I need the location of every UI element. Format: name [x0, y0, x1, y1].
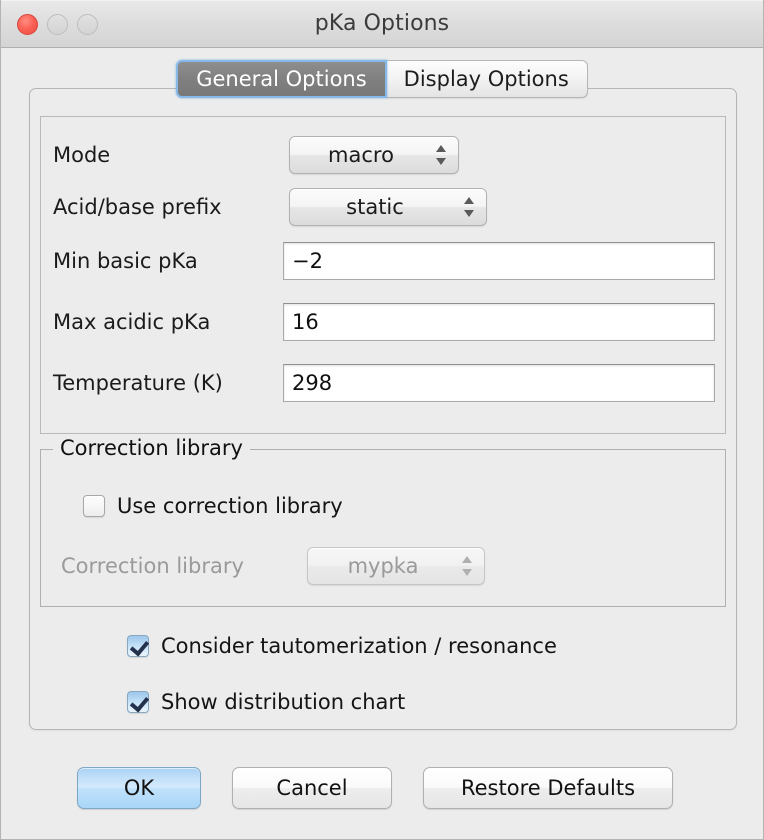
mode-popup-value: macro: [328, 143, 420, 167]
min-basic-pka-input[interactable]: −2: [283, 242, 715, 280]
checkbox-unchecked-icon[interactable]: [83, 495, 105, 517]
checkbox-checked-icon[interactable]: [127, 691, 149, 713]
show-distribution-chart-checkbox-row[interactable]: Show distribution chart: [127, 690, 405, 714]
max-acidic-pka-label: Max acidic pKa: [53, 310, 210, 334]
temperature-input[interactable]: 298: [283, 364, 715, 402]
restore-defaults-button[interactable]: Restore Defaults: [423, 767, 673, 809]
use-correction-library-label: Use correction library: [117, 494, 343, 518]
dialog-button-bar: OK Cancel Restore Defaults: [1, 766, 763, 810]
window-title: pKa Options: [1, 11, 763, 36]
tab-bar: General Options Display Options: [1, 60, 763, 100]
correction-library-popup[interactable]: mypka: [307, 547, 485, 585]
cancel-button[interactable]: Cancel: [232, 767, 392, 809]
mode-label: Mode: [53, 143, 110, 167]
field-row-max-acidic-pka: Max acidic pKa 16: [41, 298, 725, 346]
tab-display-options-label: Display Options: [404, 67, 569, 91]
tab-display-options[interactable]: Display Options: [386, 60, 588, 98]
chevron-updown-icon: [462, 555, 473, 577]
acid-base-prefix-label: Acid/base prefix: [53, 195, 222, 219]
field-row-mode: Mode macro: [41, 131, 725, 179]
chevron-updown-icon: [464, 196, 475, 218]
tab-general-options[interactable]: General Options: [176, 60, 386, 98]
correction-library-group: Correction library Use correction librar…: [40, 449, 726, 607]
ok-button[interactable]: OK: [77, 767, 201, 809]
correction-library-group-title: Correction library: [53, 436, 250, 460]
acid-base-prefix-popup-value: static: [346, 195, 430, 219]
temperature-label: Temperature (K): [53, 371, 223, 395]
mode-popup[interactable]: macro: [289, 136, 459, 174]
consider-tautomerization-checkbox-row[interactable]: Consider tautomerization / resonance: [127, 634, 557, 658]
field-row-min-basic-pka: Min basic pKa −2: [41, 237, 725, 285]
min-basic-pka-label: Min basic pKa: [53, 249, 198, 273]
general-options-panel: Mode macro Acid/base prefix static Min b…: [29, 88, 737, 730]
field-row-temperature: Temperature (K) 298: [41, 359, 725, 407]
titlebar: pKa Options: [1, 0, 763, 48]
chevron-updown-icon: [436, 144, 447, 166]
acid-base-prefix-popup[interactable]: static: [289, 188, 487, 226]
consider-tautomerization-label: Consider tautomerization / resonance: [161, 634, 557, 658]
tab-general-options-label: General Options: [196, 67, 366, 91]
use-correction-library-checkbox-row[interactable]: Use correction library: [83, 494, 343, 518]
field-row-correction-library: Correction library mypka: [41, 542, 725, 590]
settings-fields-box: Mode macro Acid/base prefix static Min b…: [40, 116, 726, 434]
checkbox-checked-icon[interactable]: [127, 635, 149, 657]
show-distribution-chart-label: Show distribution chart: [161, 690, 405, 714]
pka-options-window: pKa Options General Options Display Opti…: [0, 0, 764, 840]
correction-library-label: Correction library: [61, 554, 244, 578]
correction-library-popup-value: mypka: [348, 554, 445, 578]
field-row-acid-base-prefix: Acid/base prefix static: [41, 183, 725, 231]
max-acidic-pka-input[interactable]: 16: [283, 303, 715, 341]
